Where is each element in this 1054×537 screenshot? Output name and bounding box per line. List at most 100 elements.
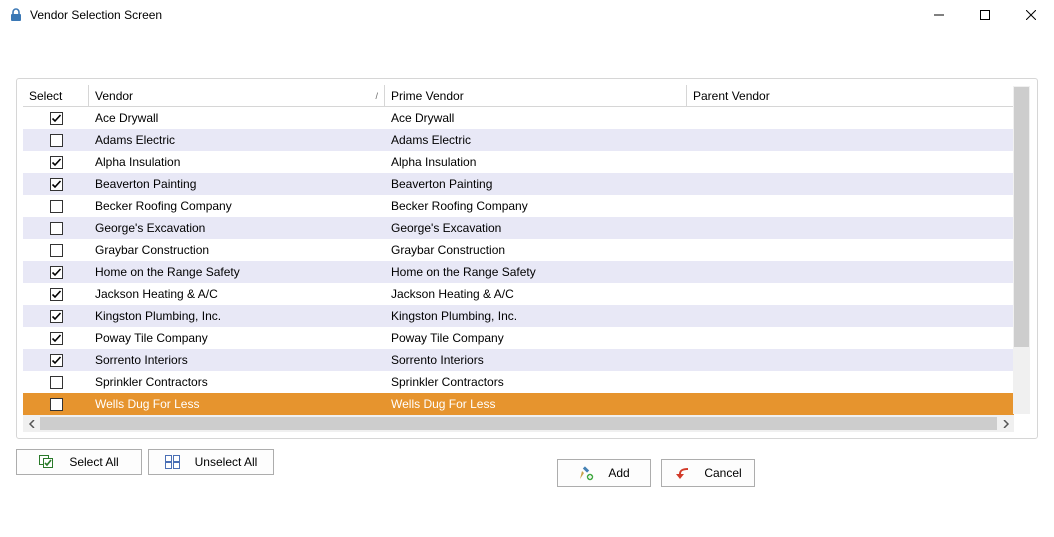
table-row[interactable]: George's ExcavationGeorge's Excavation [23, 217, 1014, 239]
table-row[interactable]: Home on the Range SafetyHome on the Rang… [23, 261, 1014, 283]
maximize-button[interactable] [962, 0, 1008, 30]
column-header-parent-vendor[interactable]: Parent Vendor [687, 85, 1014, 106]
prime-vendor-cell: Jackson Heating & A/C [385, 283, 687, 305]
minimize-button[interactable] [916, 0, 962, 30]
horizontal-scrollbar[interactable] [23, 415, 1014, 432]
cancel-button[interactable]: Cancel [661, 459, 755, 487]
prime-vendor-cell: Graybar Construction [385, 239, 687, 261]
parent-vendor-cell [687, 349, 1014, 371]
table-row[interactable]: Beaverton PaintingBeaverton Painting [23, 173, 1014, 195]
table-row[interactable]: Ace DrywallAce Drywall [23, 107, 1014, 129]
checkbox[interactable] [50, 288, 63, 301]
add-label: Add [608, 466, 629, 480]
vendor-cell: Poway Tile Company [89, 327, 385, 349]
checkbox[interactable] [50, 266, 63, 279]
row-checkbox-cell[interactable] [23, 349, 89, 371]
prime-vendor-cell: Becker Roofing Company [385, 195, 687, 217]
vendor-cell: Home on the Range Safety [89, 261, 385, 283]
checkbox[interactable] [50, 376, 63, 389]
vendor-grid-panel: Select Vendor / Prime Vendor Parent Vend… [16, 78, 1038, 439]
column-header-parent-vendor-label: Parent Vendor [693, 89, 770, 103]
prime-vendor-cell: Adams Electric [385, 129, 687, 151]
row-checkbox-cell[interactable] [23, 107, 89, 129]
row-checkbox-cell[interactable] [23, 173, 89, 195]
unselect-all-button[interactable]: Unselect All [148, 449, 274, 475]
checkbox[interactable] [50, 310, 63, 323]
parent-vendor-cell [687, 393, 1014, 415]
row-checkbox-cell[interactable] [23, 151, 89, 173]
parent-vendor-cell [687, 151, 1014, 173]
vendor-cell: Becker Roofing Company [89, 195, 385, 217]
cancel-label: Cancel [704, 466, 741, 480]
row-checkbox-cell[interactable] [23, 217, 89, 239]
row-checkbox-cell[interactable] [23, 283, 89, 305]
cancel-icon [674, 465, 690, 481]
checkbox[interactable] [50, 200, 63, 213]
sort-indicator-icon: / [375, 91, 378, 101]
vendor-cell: Graybar Construction [89, 239, 385, 261]
table-row[interactable]: Adams ElectricAdams Electric [23, 129, 1014, 151]
column-header-select-label: Select [29, 89, 62, 103]
add-button[interactable]: Add [557, 459, 651, 487]
table-row[interactable]: Jackson Heating & A/CJackson Heating & A… [23, 283, 1014, 305]
column-header-vendor[interactable]: Vendor / [89, 85, 385, 106]
parent-vendor-cell [687, 107, 1014, 129]
vendor-cell: Jackson Heating & A/C [89, 283, 385, 305]
row-checkbox-cell[interactable] [23, 393, 89, 415]
prime-vendor-cell: Alpha Insulation [385, 151, 687, 173]
close-button[interactable] [1008, 0, 1054, 30]
unselect-all-icon [165, 454, 181, 470]
scroll-left-icon[interactable] [23, 415, 40, 432]
checkbox[interactable] [50, 244, 63, 257]
select-all-button[interactable]: Select All [16, 449, 142, 475]
table-row[interactable]: Sorrento InteriorsSorrento Interiors [23, 349, 1014, 371]
column-header-prime-vendor-label: Prime Vendor [391, 89, 464, 103]
add-icon [578, 465, 594, 481]
prime-vendor-cell: Kingston Plumbing, Inc. [385, 305, 687, 327]
row-checkbox-cell[interactable] [23, 305, 89, 327]
select-all-icon [39, 454, 55, 470]
grid-header: Select Vendor / Prime Vendor Parent Vend… [23, 85, 1014, 107]
vertical-scrollbar[interactable] [1013, 86, 1030, 414]
row-checkbox-cell[interactable] [23, 195, 89, 217]
titlebar: Vendor Selection Screen [0, 0, 1054, 30]
vendor-cell: Wells Dug For Less [89, 393, 385, 415]
vendor-cell: Kingston Plumbing, Inc. [89, 305, 385, 327]
table-row[interactable]: Poway Tile CompanyPoway Tile Company [23, 327, 1014, 349]
table-row[interactable]: Becker Roofing CompanyBecker Roofing Com… [23, 195, 1014, 217]
prime-vendor-cell: Sorrento Interiors [385, 349, 687, 371]
table-row[interactable]: Kingston Plumbing, Inc.Kingston Plumbing… [23, 305, 1014, 327]
grid-body: Ace DrywallAce DrywallAdams ElectricAdam… [23, 107, 1014, 415]
row-checkbox-cell[interactable] [23, 327, 89, 349]
table-row[interactable]: Graybar ConstructionGraybar Construction [23, 239, 1014, 261]
table-row[interactable]: Sprinkler ContractorsSprinkler Contracto… [23, 371, 1014, 393]
column-header-prime-vendor[interactable]: Prime Vendor [385, 85, 687, 106]
vendor-cell: Beaverton Painting [89, 173, 385, 195]
table-row[interactable]: Alpha InsulationAlpha Insulation [23, 151, 1014, 173]
table-row[interactable]: Wells Dug For LessWells Dug For Less [23, 393, 1014, 415]
prime-vendor-cell: Wells Dug For Less [385, 393, 687, 415]
checkbox[interactable] [50, 178, 63, 191]
checkbox[interactable] [50, 332, 63, 345]
prime-vendor-cell: Sprinkler Contractors [385, 371, 687, 393]
checkbox[interactable] [50, 134, 63, 147]
prime-vendor-cell: Home on the Range Safety [385, 261, 687, 283]
vendor-cell: Sorrento Interiors [89, 349, 385, 371]
checkbox[interactable] [50, 222, 63, 235]
checkbox[interactable] [50, 112, 63, 125]
checkbox[interactable] [50, 354, 63, 367]
row-checkbox-cell[interactable] [23, 239, 89, 261]
parent-vendor-cell [687, 283, 1014, 305]
row-checkbox-cell[interactable] [23, 371, 89, 393]
vendor-cell: Adams Electric [89, 129, 385, 151]
row-checkbox-cell[interactable] [23, 129, 89, 151]
parent-vendor-cell [687, 239, 1014, 261]
column-header-select[interactable]: Select [23, 85, 89, 106]
checkbox[interactable] [50, 156, 63, 169]
vertical-scrollbar-thumb[interactable] [1014, 87, 1029, 347]
prime-vendor-cell: Ace Drywall [385, 107, 687, 129]
parent-vendor-cell [687, 371, 1014, 393]
scroll-right-icon[interactable] [997, 415, 1014, 432]
row-checkbox-cell[interactable] [23, 261, 89, 283]
checkbox[interactable] [50, 398, 63, 411]
